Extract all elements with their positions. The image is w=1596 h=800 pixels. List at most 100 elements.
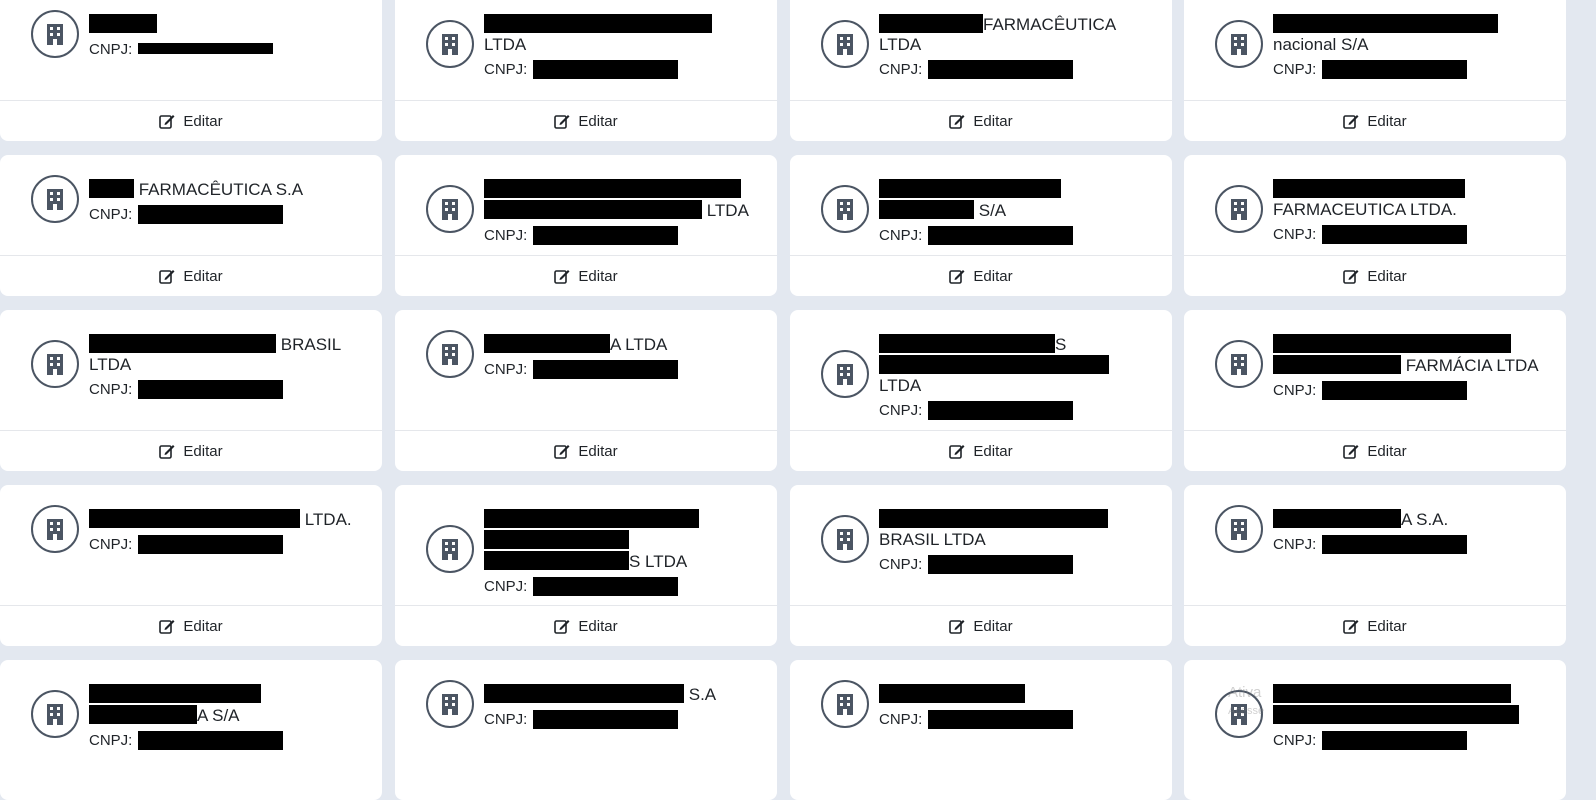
cnpj-label: CNPJ: xyxy=(1273,61,1317,78)
cnpj-row: CNPJ: xyxy=(1273,60,1552,80)
redacted-block xyxy=(533,577,679,596)
edit-button[interactable]: Editar xyxy=(395,255,777,296)
building-icon xyxy=(31,340,79,388)
cnpj-row: CNPJ: xyxy=(89,731,368,751)
cnpj-label: CNPJ: xyxy=(1273,536,1317,553)
cnpj-row: CNPJ: xyxy=(879,60,1158,80)
building-icon xyxy=(426,185,474,233)
redacted-block xyxy=(1322,535,1468,554)
cnpj-row: CNPJ: xyxy=(89,535,368,555)
edit-label: Editar xyxy=(578,267,618,285)
edit-button[interactable]: Editar xyxy=(790,605,1172,646)
cnpj-label: CNPJ: xyxy=(1273,382,1317,399)
building-icon xyxy=(1215,505,1263,553)
company-name: A S/A xyxy=(89,684,368,726)
redacted-block xyxy=(484,200,702,219)
building-icon xyxy=(821,185,869,233)
edit-label: Editar xyxy=(973,267,1013,285)
building-icon xyxy=(1215,340,1263,388)
edit-button[interactable]: Editar xyxy=(395,605,777,646)
edit-label: Editar xyxy=(578,112,618,130)
redacted-block xyxy=(879,684,1025,703)
redacted-block xyxy=(89,14,157,33)
cnpj-row: CNPJ: xyxy=(89,40,368,60)
redacted-block xyxy=(928,555,1074,574)
company-card: FARMACÊUTICA S.A CNPJ: Editar xyxy=(0,155,382,296)
redacted-block xyxy=(928,226,1074,245)
redacted-block xyxy=(484,530,629,549)
company-name xyxy=(1273,684,1552,726)
edit-button[interactable]: Editar xyxy=(0,605,382,646)
company-name: LTDA. xyxy=(89,509,368,530)
cnpj-label: CNPJ: xyxy=(89,732,133,749)
company-name: S LTDA xyxy=(879,334,1158,396)
company-name: nacional S/A xyxy=(1273,14,1552,55)
edit-button[interactable]: Editar xyxy=(1184,255,1566,296)
cnpj-row: CNPJ: xyxy=(879,555,1158,575)
redacted-block xyxy=(138,43,274,54)
edit-button[interactable]: Editar xyxy=(395,100,777,141)
company-name: BRASIL LTDA xyxy=(89,334,342,374)
building-icon xyxy=(31,690,79,738)
company-card: CNPJ: xyxy=(790,660,1172,800)
redacted-block xyxy=(89,334,276,353)
building-icon xyxy=(1215,690,1263,738)
edit-icon xyxy=(949,618,965,634)
cnpj-row: CNPJ: xyxy=(484,710,763,730)
edit-button[interactable]: Editar xyxy=(1184,605,1566,646)
edit-label: Editar xyxy=(1367,267,1407,285)
edit-button[interactable]: Editar xyxy=(1184,100,1566,141)
cnpj-label: CNPJ: xyxy=(879,61,923,78)
company-name: S LTDA xyxy=(484,509,763,572)
cnpj-row: CNPJ: xyxy=(879,401,1158,421)
edit-icon xyxy=(554,113,570,129)
edit-button[interactable]: Editar xyxy=(395,430,777,471)
cnpj-label: CNPJ: xyxy=(89,41,133,58)
company-name: LTDA xyxy=(484,179,763,221)
building-icon xyxy=(821,515,869,563)
redacted-block xyxy=(928,60,1074,79)
building-icon xyxy=(31,175,79,223)
company-name: A LTDA xyxy=(484,334,763,355)
redacted-block xyxy=(1273,179,1465,198)
redacted-block xyxy=(484,509,699,528)
company-card: CNPJ: xyxy=(1184,660,1566,800)
edit-label: Editar xyxy=(183,442,223,460)
redacted-block xyxy=(89,509,300,528)
redacted-block xyxy=(484,334,610,353)
edit-button[interactable]: Editar xyxy=(790,100,1172,141)
company-name: BRASIL LTDA xyxy=(879,509,1158,550)
edit-button[interactable]: Editar xyxy=(790,430,1172,471)
company-name: S/A xyxy=(879,179,1158,221)
cnpj-label: CNPJ: xyxy=(879,402,923,419)
redacted-block xyxy=(879,179,1061,198)
company-name: A S.A. xyxy=(1273,509,1552,530)
edit-button[interactable]: Editar xyxy=(0,430,382,471)
redacted-block xyxy=(89,684,261,703)
cnpj-row: CNPJ: xyxy=(879,710,1158,730)
edit-button[interactable]: Editar xyxy=(0,100,382,141)
redacted-block xyxy=(1322,731,1468,750)
edit-button[interactable]: Editar xyxy=(790,255,1172,296)
building-icon xyxy=(426,330,474,378)
edit-label: Editar xyxy=(578,442,618,460)
edit-label: Editar xyxy=(183,112,223,130)
building-icon xyxy=(821,20,869,68)
company-name: S.A xyxy=(484,684,763,705)
edit-button[interactable]: Editar xyxy=(1184,430,1566,471)
company-name xyxy=(89,14,368,35)
edit-icon xyxy=(1343,443,1359,459)
cnpj-row: CNPJ: xyxy=(1273,731,1552,751)
edit-button[interactable]: Editar xyxy=(0,255,382,296)
cnpj-row: CNPJ: xyxy=(484,226,763,246)
company-name: FARMACÊUTICA S.A xyxy=(89,179,368,200)
redacted-block xyxy=(533,710,679,729)
company-card: CNPJ: Editar xyxy=(0,0,382,141)
edit-label: Editar xyxy=(183,267,223,285)
edit-icon xyxy=(949,113,965,129)
cnpj-row: CNPJ: xyxy=(879,226,1158,246)
redacted-block xyxy=(1322,60,1468,79)
redacted-block xyxy=(1273,355,1401,374)
company-name: FARMACÊUTICA LTDA xyxy=(879,14,1117,54)
company-card: LTDA CNPJ: Editar xyxy=(395,155,777,296)
